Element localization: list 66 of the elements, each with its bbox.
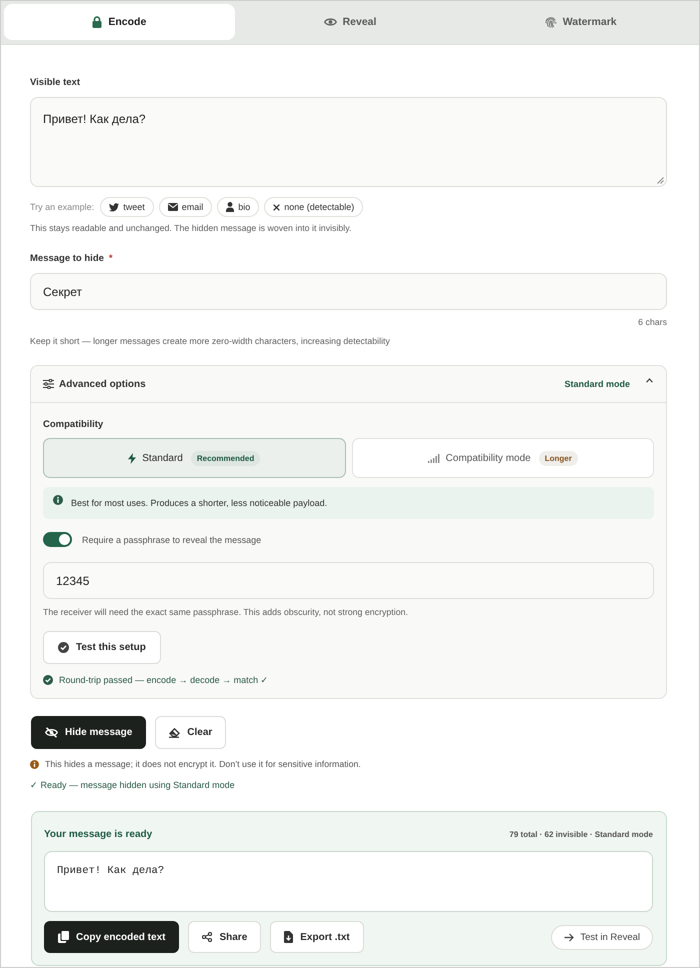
help-text: The receiver will need the exact same passphrase. This adds obscurity, not strong encryption. — [43, 606, 409, 618]
signal-bars-icon — [428, 454, 440, 462]
hide-message-button[interactable]: Hide message — [31, 716, 146, 749]
advanced-options-title: Advanced options — [59, 378, 146, 390]
lock-icon — [92, 16, 102, 28]
help-text: This stays readable and unchanged. The hidden message is woven into it invisibly. — [30, 222, 352, 234]
tab[interactable]: Watermark — [465, 4, 696, 40]
char-counter: 6 chars — [637, 316, 667, 328]
example-chip[interactable]: none (detectable) — [264, 197, 364, 217]
section-label: Compatibility — [43, 419, 104, 431]
cross-icon — [273, 204, 280, 210]
field-label: Message to hide — [30, 253, 104, 265]
mode-option[interactable]: Compatibility mode Longer — [352, 438, 654, 478]
bird-icon — [109, 202, 120, 212]
message-field[interactable]: Секрет — [30, 273, 667, 310]
info-icon — [30, 760, 39, 768]
sliders-icon — [43, 379, 54, 389]
chevron-up-icon[interactable] — [646, 378, 653, 383]
copy-icon — [58, 931, 69, 943]
copy-button[interactable]: Copy encoded text — [44, 921, 180, 953]
share-icon — [202, 932, 212, 942]
file-download-icon — [284, 931, 294, 943]
example-chip[interactable]: email — [158, 197, 212, 217]
share-button[interactable]: Share — [188, 921, 262, 953]
mode-option-label: Standard — [142, 452, 183, 464]
eraser-icon — [169, 728, 180, 738]
example-chip[interactable]: bio — [217, 197, 260, 217]
result-stats: 79 total · 62 invisible · Standard mode — [509, 830, 653, 838]
envelope-icon — [168, 203, 178, 211]
clear-button[interactable]: Clear — [155, 716, 226, 749]
person-icon — [226, 202, 234, 212]
lightning-icon — [128, 452, 136, 464]
mode-badge: Recommended — [190, 450, 260, 466]
passphrase-toggle[interactable] — [43, 532, 72, 547]
fingerprint-icon — [544, 16, 557, 28]
warning-text: This hides a message; it does not encrypt it. Don’t use it for sensitive information. — [45, 758, 361, 770]
resize-handle-icon[interactable] — [657, 177, 664, 184]
passphrase-field[interactable]: 12345 — [43, 562, 654, 599]
check-circle-icon — [43, 675, 53, 685]
status-text: ✓ Ready — message hidden using Standard mode — [30, 779, 236, 791]
advanced-options-header[interactable]: Advanced options Standard mode — [31, 366, 666, 403]
test-result-text: Round-trip passed — encode → decode → match ✓ — [59, 674, 269, 686]
toggle-label: Require a passphrase to reveal the message — [82, 534, 262, 544]
examples-label: Try an example: — [30, 202, 94, 212]
eye-slash-icon — [45, 727, 58, 738]
mode-badge: Longer — [538, 450, 578, 466]
export-button[interactable]: Export .txt — [270, 921, 364, 953]
mode-option[interactable]: Standard Recommended — [43, 438, 346, 478]
mode-summary: Standard mode — [564, 379, 630, 389]
result-title: Your message is ready — [44, 828, 152, 840]
test-in-reveal-button[interactable]: Test in Reveal — [551, 924, 653, 950]
eye-icon — [324, 17, 337, 27]
arrow-right-icon — [564, 932, 574, 942]
info-text: Best for most uses. Produces a shorter, less noticeable payload. — [71, 498, 328, 508]
test-setup-button[interactable]: Test this setup — [43, 631, 161, 664]
tab[interactable]: Encode — [4, 4, 235, 40]
help-text: Keep it short — longer messages create more zero-width characters, increasing detectability — [30, 335, 391, 347]
field-label: Visible text — [30, 77, 81, 89]
tab[interactable]: Reveal — [234, 4, 466, 40]
info-icon — [53, 495, 63, 505]
example-chip[interactable]: tweet — [100, 197, 154, 217]
encoded-output-field[interactable]: Привет! Как дела? — [44, 851, 653, 912]
visible-text-field[interactable]: Привет! Как дела? — [30, 97, 667, 187]
required-mark: * — [108, 253, 113, 265]
check-circle-icon — [58, 642, 69, 653]
mode-option-label: Compatibility mode — [446, 452, 531, 464]
